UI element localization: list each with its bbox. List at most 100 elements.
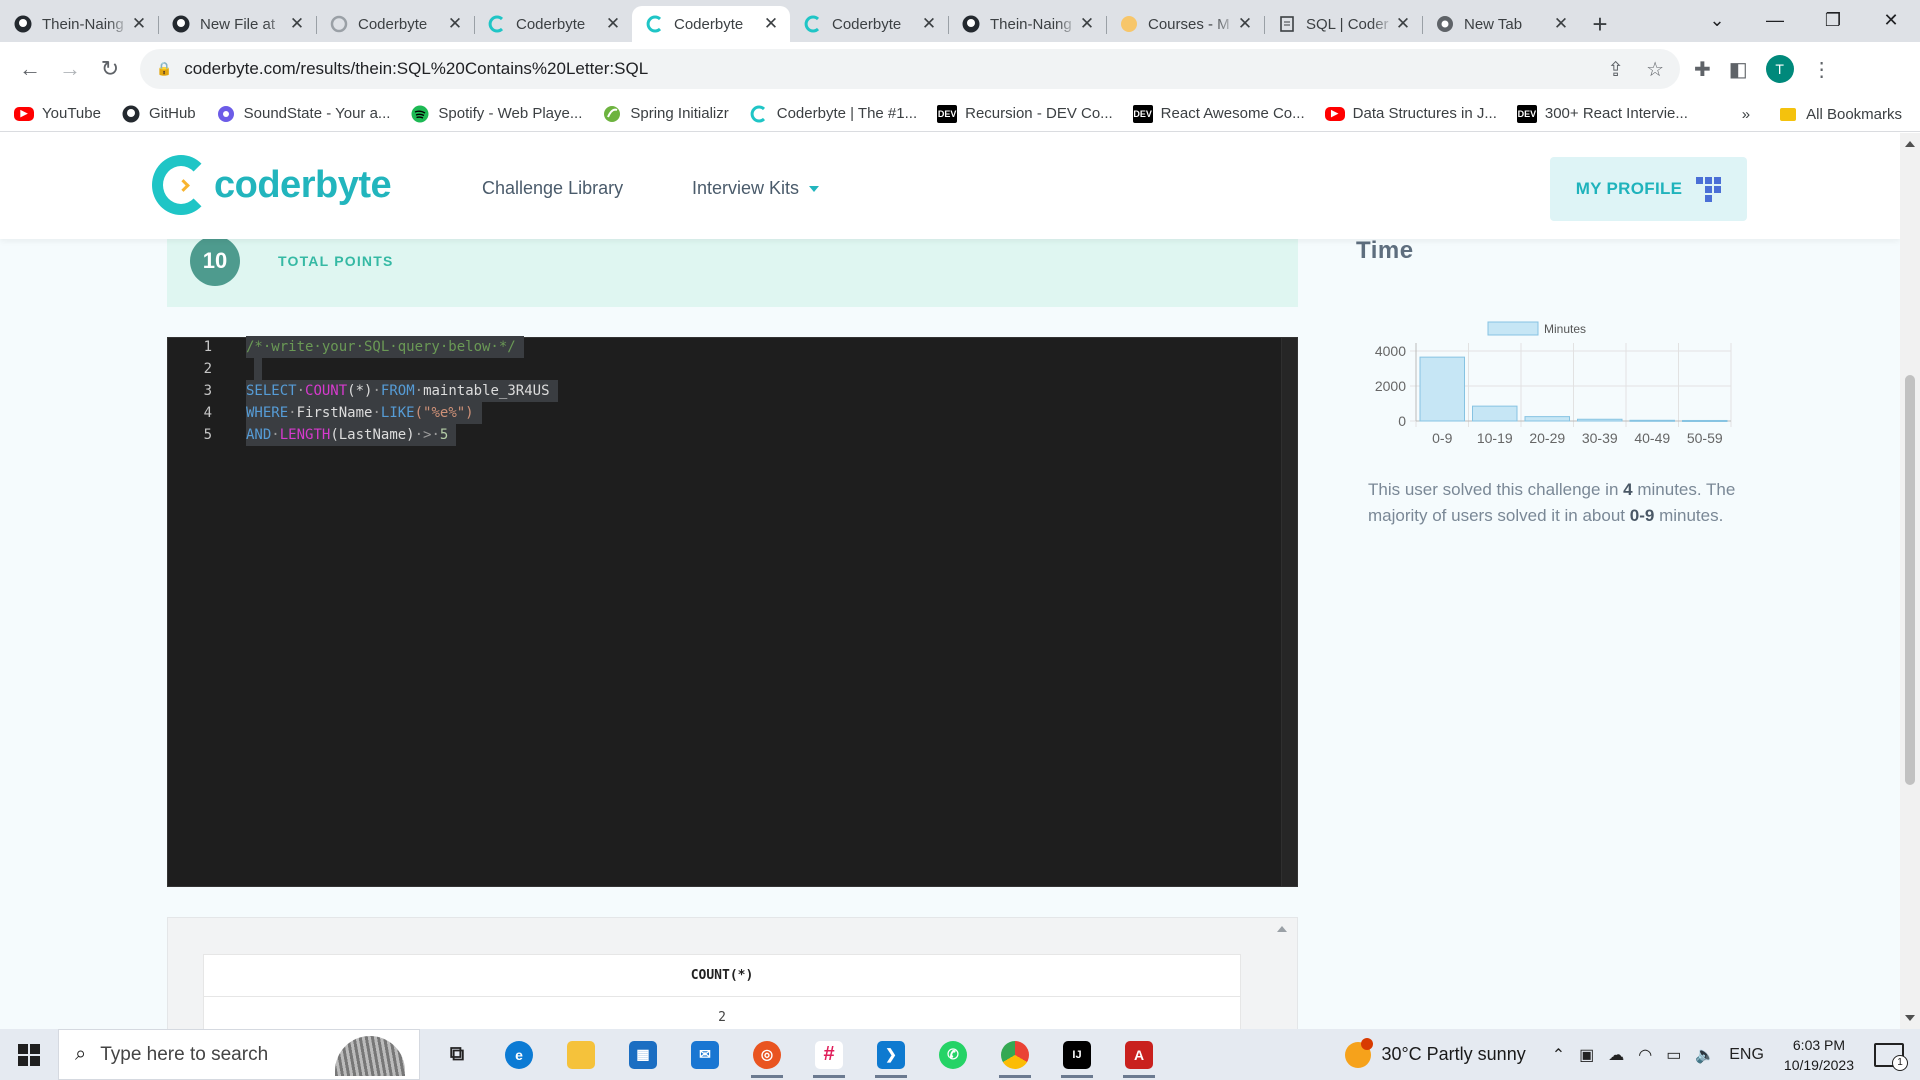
restore-button[interactable]: ❐ bbox=[1804, 0, 1862, 40]
url-text[interactable]: coderbyte.com/results/thein:SQL%20Contai… bbox=[184, 59, 1585, 79]
browser-tab[interactable]: Courses - M ✕ bbox=[1106, 6, 1264, 42]
volume-icon[interactable]: 🔈 bbox=[1695, 1045, 1715, 1065]
acrobat-icon[interactable]: A bbox=[1108, 1029, 1170, 1080]
collapse-up-icon[interactable] bbox=[1277, 926, 1287, 932]
majority-range: 0-9 bbox=[1629, 506, 1655, 525]
notification-center-icon[interactable]: 1 bbox=[1874, 1042, 1908, 1071]
code-selection bbox=[254, 358, 262, 380]
page-scrollbar[interactable] bbox=[1900, 133, 1920, 1029]
side-panel-icon[interactable]: ◧ bbox=[1729, 57, 1748, 82]
scrollbar-thumb[interactable] bbox=[1905, 375, 1915, 785]
chart-bar bbox=[1629, 419, 1675, 422]
scroll-down-arrow[interactable] bbox=[1905, 1015, 1915, 1021]
summary-suffix: minutes. bbox=[1659, 506, 1724, 525]
close-tab-icon[interactable]: ✕ bbox=[288, 14, 306, 34]
file-explorer-icon[interactable] bbox=[550, 1029, 612, 1080]
whatsapp-icon[interactable]: ✆ bbox=[922, 1029, 984, 1080]
minimize-button[interactable]: — bbox=[1746, 0, 1804, 40]
weather-icon[interactable] bbox=[1345, 1037, 1374, 1068]
close-tab-icon[interactable]: ✕ bbox=[130, 14, 148, 34]
bookmark-item[interactable]: SoundState - Your a... bbox=[216, 105, 390, 123]
close-tab-icon[interactable]: ✕ bbox=[1552, 14, 1570, 34]
bookmark-item[interactable]: DEV Recursion - DEV Co... bbox=[937, 104, 1113, 123]
menu-kebab-icon[interactable]: ⋮ bbox=[1812, 57, 1832, 82]
bookmark-item[interactable]: Spotify - Web Playe... bbox=[410, 105, 582, 123]
show-hidden-icons-icon[interactable]: ⌃ bbox=[1552, 1045, 1565, 1065]
browser-tab[interactable]: Coderbyte ✕ bbox=[474, 6, 632, 42]
close-tab-icon[interactable]: ✕ bbox=[1394, 14, 1412, 34]
nav-interview-kits[interactable]: Interview Kits bbox=[692, 178, 820, 199]
close-tab-icon[interactable]: ✕ bbox=[446, 14, 464, 34]
browser-tab-strip: Thein-Naing ✕ New File at ✕ Coderbyte ✕ … bbox=[0, 0, 1920, 42]
code-text: SELECT·COUNT(*)·FROM·maintable_3R4US bbox=[246, 380, 558, 402]
battery-icon[interactable]: ▭ bbox=[1666, 1045, 1681, 1065]
bookmark-item[interactable]: Coderbyte | The #1... bbox=[749, 105, 917, 123]
share-icon[interactable]: ⇪ bbox=[1607, 57, 1624, 82]
onedrive-icon[interactable]: ☁ bbox=[1608, 1045, 1624, 1065]
forward-button[interactable]: → bbox=[50, 49, 90, 89]
system-clock[interactable]: 6:03 PM 10/19/2023 bbox=[1784, 1035, 1854, 1075]
close-tab-icon[interactable]: ✕ bbox=[1236, 14, 1254, 34]
bookmarks-overflow-button[interactable]: » bbox=[1742, 106, 1750, 123]
edge-icon[interactable]: e bbox=[488, 1029, 550, 1080]
tab-search-icon[interactable]: ⌄ bbox=[1688, 0, 1746, 40]
store-icon[interactable]: ▦ bbox=[612, 1029, 674, 1080]
scroll-up-arrow[interactable] bbox=[1905, 141, 1915, 147]
bookmark-star-icon[interactable]: ☆ bbox=[1646, 57, 1664, 82]
mail-icon[interactable]: ✉ bbox=[674, 1029, 736, 1080]
vscode-icon[interactable]: ❯ bbox=[860, 1029, 922, 1080]
my-profile-button[interactable]: MY PROFILE bbox=[1550, 157, 1747, 221]
ubuntu-icon[interactable]: ◎ bbox=[736, 1029, 798, 1080]
close-tab-icon[interactable]: ✕ bbox=[1078, 14, 1096, 34]
intellij-icon[interactable]: IJ bbox=[1046, 1029, 1108, 1080]
close-tab-icon[interactable]: ✕ bbox=[762, 14, 780, 34]
browser-tab[interactable]: Thein-Naing ✕ bbox=[948, 6, 1106, 42]
meet-now-icon[interactable]: ▣ bbox=[1579, 1045, 1594, 1065]
bookmark-item[interactable]: ▶ YouTube bbox=[14, 105, 101, 122]
editor-scrollbar[interactable] bbox=[1281, 338, 1297, 886]
windows-start-button[interactable] bbox=[0, 1029, 58, 1080]
slack-icon[interactable]: # bbox=[798, 1029, 860, 1080]
task-view-icon[interactable]: ⧉ bbox=[426, 1029, 488, 1080]
summary-prefix: This user solved this challenge in bbox=[1368, 480, 1619, 499]
bookmark-label: React Awesome Co... bbox=[1160, 105, 1305, 122]
browser-tab[interactable]: Thein-Naing ✕ bbox=[0, 6, 158, 42]
browser-tab[interactable]: New File at ✕ bbox=[158, 6, 316, 42]
browser-tab-active[interactable]: Coderbyte ✕ bbox=[632, 6, 790, 42]
profile-avatar[interactable]: T bbox=[1765, 55, 1794, 83]
nav-challenge-library[interactable]: Challenge Library bbox=[482, 178, 623, 199]
language-indicator[interactable]: ENG bbox=[1729, 1046, 1764, 1064]
browser-tab[interactable]: SQL | Coder ✕ bbox=[1264, 6, 1422, 42]
browser-tab[interactable]: Coderbyte ✕ bbox=[790, 6, 948, 42]
browser-tab[interactable]: New Tab ✕ bbox=[1422, 6, 1580, 42]
bookmark-item[interactable]: DEV 300+ React Intervie... bbox=[1516, 104, 1688, 123]
lock-icon[interactable]: 🔒 bbox=[156, 61, 172, 77]
taskbar-search[interactable]: ⌕ Type here to search bbox=[58, 1029, 420, 1080]
chart-bar bbox=[1524, 416, 1570, 422]
browser-tab[interactable]: Coderbyte ✕ bbox=[316, 6, 474, 42]
reload-button[interactable]: ↻ bbox=[90, 49, 130, 89]
close-tab-icon[interactable]: ✕ bbox=[920, 14, 938, 34]
bookmark-item[interactable]: DEV React Awesome Co... bbox=[1132, 104, 1305, 123]
coderbyte-logo[interactable]: coderbyte bbox=[152, 155, 392, 215]
chrome-icon[interactable] bbox=[984, 1029, 1046, 1080]
address-bar[interactable]: 🔒 coderbyte.com/results/thein:SQL%20Cont… bbox=[140, 49, 1680, 89]
code-text: WHERE·FirstName·LIKE("%e%") bbox=[246, 402, 482, 424]
close-window-button[interactable]: ✕ bbox=[1862, 0, 1920, 40]
github-icon bbox=[172, 15, 190, 33]
code-editor[interactable]: 1 /*·write·your·SQL·query·below·*/ 2 3 S… bbox=[167, 336, 1298, 887]
x-tick-label: 30-39 bbox=[1582, 430, 1618, 443]
sql-keyword: WHERE bbox=[246, 405, 289, 421]
back-button[interactable]: ← bbox=[10, 49, 50, 89]
wifi-icon[interactable]: ◠ bbox=[1638, 1045, 1652, 1065]
bookmark-item[interactable]: GitHub bbox=[121, 105, 196, 123]
github-icon bbox=[962, 15, 980, 33]
all-bookmarks-button[interactable]: All Bookmarks bbox=[1806, 106, 1902, 123]
new-tab-button[interactable]: + bbox=[1580, 6, 1620, 42]
close-tab-icon[interactable]: ✕ bbox=[604, 14, 622, 34]
bookmark-item[interactable]: Spring Initializr bbox=[602, 105, 729, 123]
tab-title: SQL | Coder bbox=[1306, 15, 1389, 33]
bookmark-item[interactable]: ▶ Data Structures in J... bbox=[1324, 105, 1497, 122]
extensions-icon[interactable]: ✚ bbox=[1694, 57, 1711, 82]
weather-text[interactable]: 30°C Partly sunny bbox=[1381, 1044, 1525, 1065]
